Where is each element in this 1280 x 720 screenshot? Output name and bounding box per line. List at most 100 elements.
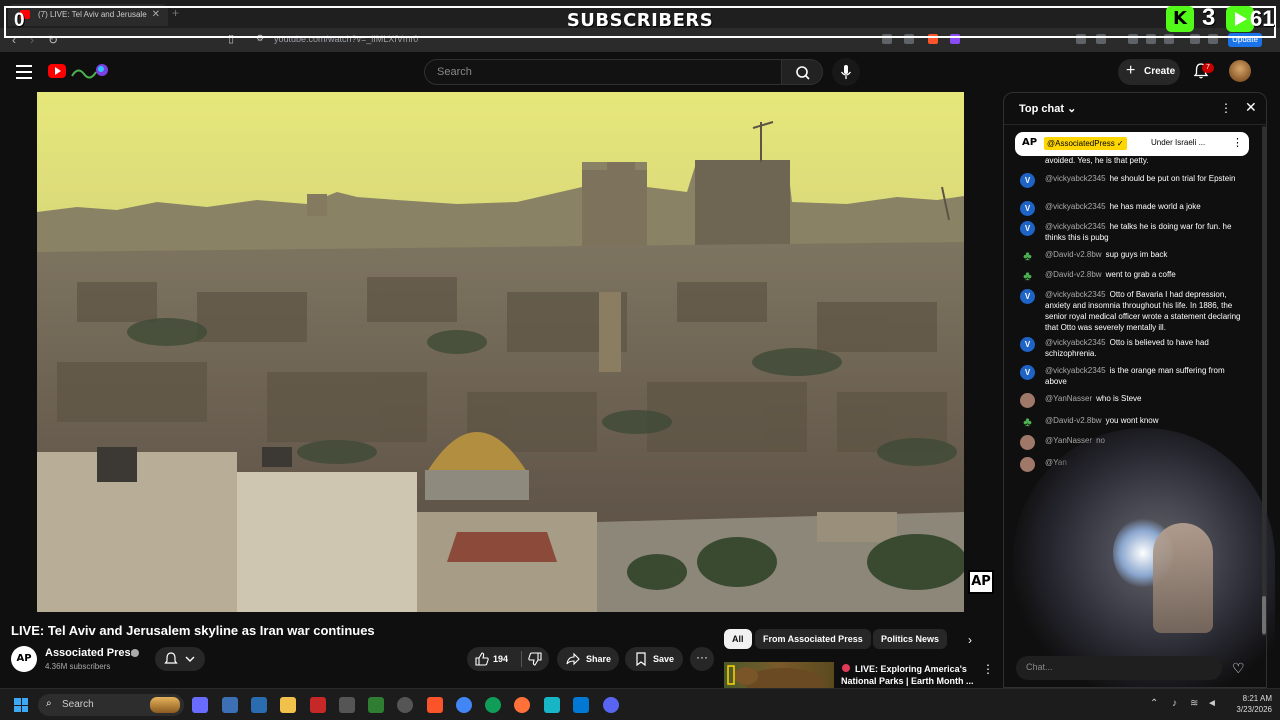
chat-avatar[interactable]: V [1020, 365, 1035, 380]
chat-menu-icon[interactable]: ⋮ [1220, 101, 1232, 115]
chip-politics-news[interactable]: Politics News [873, 629, 948, 649]
bookmark-icon[interactable]: ▯ [228, 32, 234, 45]
close-tab-icon[interactable]: ✕ [152, 9, 160, 20]
chat-username[interactable]: @vickyabck2345 [1045, 338, 1106, 347]
forward-icon[interactable]: › [30, 33, 34, 47]
app-icon[interactable] [397, 697, 413, 713]
chat-avatar[interactable] [1020, 457, 1035, 472]
system-clock[interactable]: 8:21 AM 3/23/2026 [1224, 693, 1272, 715]
chat-username[interactable]: @vickyabck2345 [1045, 222, 1106, 231]
more-actions-icon[interactable]: ··· [690, 647, 714, 671]
chat-username[interactable]: @David-v2.8bw [1045, 270, 1102, 279]
chat-avatar[interactable]: V [1020, 221, 1035, 236]
recommendation-thumbnail[interactable] [724, 662, 834, 688]
channel-name[interactable]: Associated Press [45, 647, 137, 659]
app-icon[interactable] [251, 697, 267, 713]
youtube-logo-icon[interactable] [48, 64, 66, 78]
chat-scrollbar[interactable] [1262, 126, 1266, 636]
file-explorer-icon[interactable] [280, 697, 296, 713]
chat-username[interactable]: @vickyabck2345 [1045, 174, 1106, 183]
top-chat-dropdown[interactable]: Top chat ⌄ [1019, 102, 1076, 115]
chat-username[interactable]: @vickyabck2345 [1045, 202, 1106, 211]
chip-all[interactable]: All [724, 629, 752, 649]
discord-icon[interactable] [603, 697, 619, 713]
windows-start-icon[interactable] [14, 698, 28, 712]
reload-icon[interactable]: ↻ [48, 33, 58, 47]
new-tab-button[interactable]: + [172, 6, 179, 20]
mic-tray-icon[interactable]: ♪ [1172, 698, 1177, 709]
recommendation-title[interactable]: LIVE: Exploring America's National Parks… [841, 663, 976, 687]
tree-avatar-icon[interactable]: ♣ [1020, 269, 1035, 284]
chat-avatar[interactable]: V [1020, 201, 1035, 216]
chat-avatar[interactable]: V [1020, 289, 1035, 304]
channel-avatar[interactable]: AP [11, 646, 37, 672]
browser-tab[interactable]: (7) LIVE: Tel Aviv and Jerusale ✕ [8, 4, 168, 26]
chat-avatar[interactable] [1020, 435, 1035, 450]
app-icon[interactable] [339, 697, 355, 713]
tray-chevron-icon[interactable]: ⌃ [1150, 698, 1158, 709]
sidebar-icon[interactable] [1146, 34, 1156, 44]
save-button[interactable]: Save [625, 647, 683, 671]
firefox-icon[interactable] [514, 697, 530, 713]
chevron-right-icon[interactable]: › [968, 633, 972, 647]
chat-avatar[interactable]: V [1020, 337, 1035, 352]
app-icon[interactable] [368, 697, 384, 713]
share-button[interactable]: Share [557, 647, 619, 671]
edge-icon[interactable] [485, 697, 501, 713]
wifi-icon[interactable]: ≋ [1190, 698, 1198, 709]
app-icon[interactable] [310, 697, 326, 713]
chat-username[interactable]: @vickyabck2345 [1045, 290, 1106, 299]
account-avatar[interactable] [1229, 60, 1251, 82]
taskbar-search[interactable]: ⌕ Search [38, 694, 184, 716]
url-field[interactable]: youtube.com/watch?v=_iIMLXfVmr0 [274, 34, 418, 44]
brave-rewards-icon[interactable] [950, 34, 960, 44]
chat-username[interactable]: @vickyabck2345 [1045, 366, 1106, 375]
vscode-icon[interactable] [573, 697, 589, 713]
update-button[interactable]: Update [1228, 33, 1262, 47]
chat-username[interactable]: @David-v2.8bw [1045, 416, 1102, 425]
taskview-icon[interactable] [222, 697, 238, 713]
chip-from-associated-press[interactable]: From Associated Press [755, 629, 871, 649]
chat-avatar[interactable]: V [1020, 173, 1035, 188]
app-icon[interactable] [544, 697, 560, 713]
subscription-notifications-button[interactable] [155, 647, 205, 671]
volume-icon[interactable]: ◄ [1207, 698, 1217, 709]
like-button[interactable]: 194 [467, 647, 523, 671]
chat-username[interactable]: @YanNasser [1045, 436, 1092, 445]
create-button[interactable]: + Create [1118, 59, 1180, 85]
search-input[interactable]: Search [424, 59, 782, 85]
tabs-icon[interactable] [1164, 34, 1174, 44]
share-page-icon[interactable] [904, 34, 914, 44]
media-icon[interactable] [1128, 34, 1138, 44]
vpn-icon[interactable] [1208, 34, 1218, 44]
dislike-button[interactable] [522, 647, 549, 671]
menu-icon[interactable] [16, 65, 32, 83]
chat-avatar[interactable] [1020, 393, 1035, 408]
brave-browser-icon[interactable] [427, 697, 443, 713]
wallet-icon[interactable] [1190, 34, 1200, 44]
chat-input[interactable]: Chat... [1016, 656, 1222, 680]
tree-avatar-icon[interactable]: ♣ [1020, 249, 1035, 264]
pinned-menu-icon[interactable]: ⋮ [1232, 136, 1243, 149]
youtube-doodle-icon[interactable] [70, 62, 110, 82]
tree-avatar-icon[interactable]: ♣ [1020, 415, 1035, 430]
cast-icon[interactable] [882, 34, 892, 44]
voice-search-button[interactable] [832, 58, 860, 86]
search-button[interactable] [781, 59, 823, 85]
close-chat-icon[interactable]: ✕ [1245, 99, 1257, 116]
chat-username[interactable]: @Yan [1045, 458, 1067, 467]
brave-shield-icon[interactable] [928, 34, 938, 44]
site-info-icon[interactable]: ⚙ [256, 33, 264, 44]
copilot-icon[interactable] [192, 697, 208, 713]
extension-icon[interactable] [1096, 34, 1106, 44]
chat-username[interactable]: @David-v2.8bw [1045, 250, 1102, 259]
chat-username[interactable]: @YanNasser [1045, 394, 1092, 403]
chrome-icon[interactable] [456, 697, 472, 713]
heart-icon[interactable]: ♡ [1232, 660, 1245, 677]
pinned-message[interactable]: AP @AssociatedPress ✓ Under Israeli ... … [1015, 132, 1249, 156]
chat-scroll-thumb[interactable] [1262, 596, 1266, 634]
extension-icon[interactable] [1076, 34, 1086, 44]
back-icon[interactable]: ‹ [12, 33, 16, 47]
video-player[interactable] [37, 92, 964, 612]
recommendation-more-icon[interactable]: ⋮ [982, 662, 994, 676]
